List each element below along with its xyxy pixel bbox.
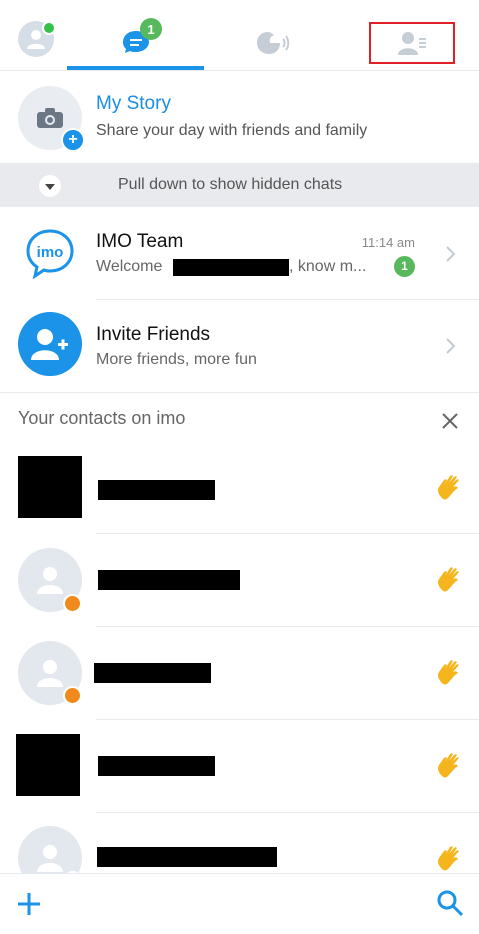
- redacted-name: [98, 756, 215, 776]
- invite-friends-row[interactable]: Invite Friends More friends, more fun: [0, 300, 479, 392]
- contact-row[interactable]: [0, 534, 479, 626]
- redacted-name: [97, 847, 277, 867]
- redacted-text: [173, 259, 289, 276]
- contacts-section-header: Your contacts on imo: [18, 408, 186, 428]
- chevron-right-icon: [446, 246, 456, 262]
- close-icon[interactable]: [439, 410, 461, 432]
- chat-preview-start: Welcome: [96, 258, 163, 275]
- contacts-tab[interactable]: [369, 22, 455, 64]
- waving-hand-icon[interactable]: [434, 564, 464, 594]
- waving-hand-icon[interactable]: [434, 657, 464, 687]
- contact-row[interactable]: [0, 720, 479, 812]
- redacted-avatar: [18, 456, 82, 518]
- invite-friends-avatar: [18, 312, 82, 376]
- imo-logo-icon: imo: [26, 229, 74, 280]
- search-icon[interactable]: [436, 889, 464, 917]
- redacted-name: [98, 480, 215, 500]
- waving-hand-icon[interactable]: [434, 750, 464, 780]
- chat-preview-end: , know m...: [289, 258, 367, 275]
- waving-hand-icon[interactable]: [434, 472, 464, 502]
- contacts-list-icon: [398, 32, 426, 55]
- contact-row[interactable]: [0, 440, 479, 533]
- add-user-icon: [31, 329, 68, 360]
- chat-unread-badge: 1: [394, 256, 415, 277]
- chat-time: 11:14 am: [361, 235, 415, 250]
- user-silhouette-icon: [37, 845, 63, 872]
- expand-hidden-button[interactable]: [39, 175, 61, 197]
- imo-team-avatar: imo: [19, 222, 81, 284]
- plus-icon[interactable]: [16, 891, 42, 917]
- top-tab-bar: 1: [0, 0, 479, 71]
- my-story-row[interactable]: + My Story Share your day with friends a…: [0, 71, 479, 163]
- pending-clock-icon: [63, 594, 82, 613]
- hidden-chats-text: Pull down to show hidden chats: [118, 176, 343, 193]
- chat-name: IMO Team: [96, 231, 184, 252]
- chat-row-imo-team[interactable]: imo IMO Team 11:14 am Welcome , know m..…: [0, 207, 479, 299]
- invite-subtitle: More friends, more fun: [96, 351, 257, 368]
- hidden-chats-bar[interactable]: Pull down to show hidden chats: [0, 163, 479, 207]
- camera-icon: [37, 108, 63, 128]
- triangle-down-icon: [45, 184, 55, 190]
- redacted-name: [94, 663, 211, 683]
- waving-hand-icon[interactable]: [434, 843, 464, 873]
- chevron-right-icon: [446, 338, 456, 354]
- story-subtitle: Share your day with friends and family: [96, 122, 368, 139]
- contact-avatar: [18, 826, 82, 873]
- add-story-icon: +: [61, 128, 85, 152]
- calls-tab-icon[interactable]: [256, 30, 290, 56]
- contact-row[interactable]: [0, 813, 479, 873]
- online-status-dot: [42, 21, 56, 35]
- active-tab-indicator: [67, 66, 204, 70]
- redacted-name: [98, 570, 240, 590]
- pending-clock-icon: [63, 686, 82, 705]
- divider: [0, 392, 479, 393]
- story-title: My Story: [96, 93, 171, 114]
- contact-row[interactable]: [0, 627, 479, 719]
- invite-title: Invite Friends: [96, 324, 211, 345]
- bottom-action-bar: [0, 873, 479, 934]
- redacted-avatar: [16, 734, 80, 796]
- svg-text:imo: imo: [37, 244, 64, 261]
- user-silhouette-icon: [37, 567, 63, 594]
- chats-unread-badge: 1: [140, 18, 162, 40]
- user-silhouette-icon: [37, 660, 63, 687]
